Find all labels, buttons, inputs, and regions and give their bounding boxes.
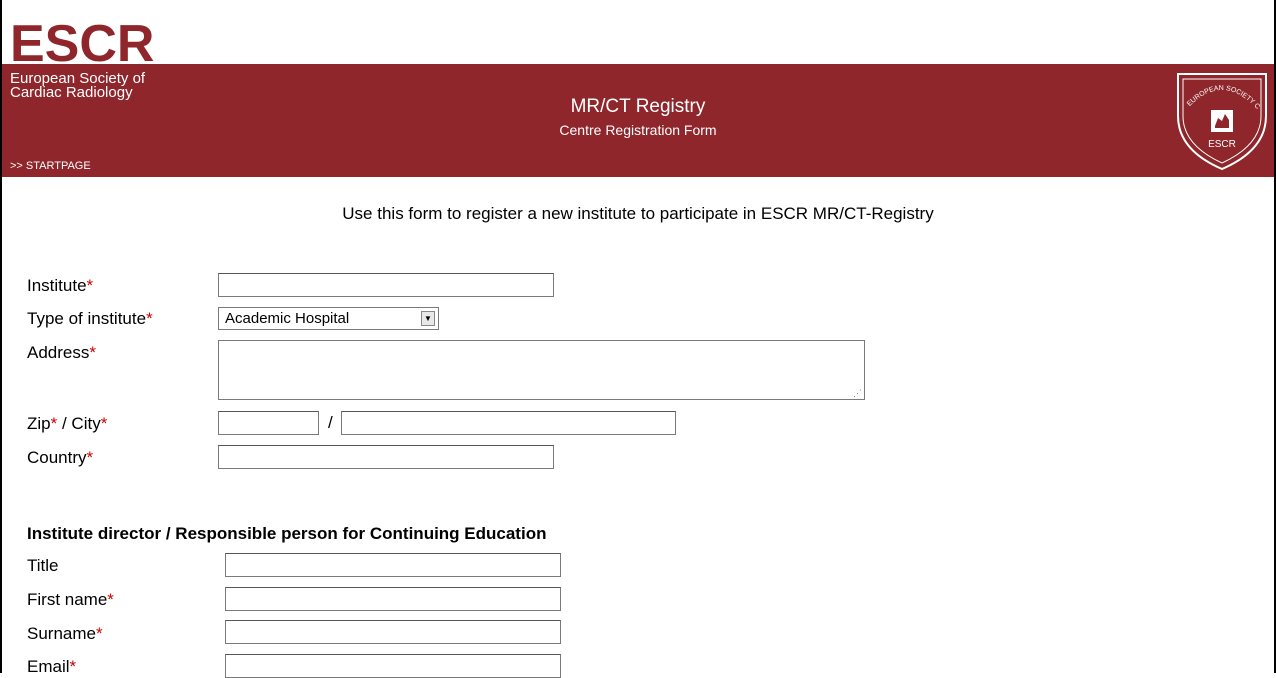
address-textarea[interactable]: ⋰ [218,340,865,400]
zip-city-separator: / [328,413,333,432]
city-input[interactable] [341,411,676,435]
resize-grip-icon[interactable]: ⋰ [853,389,862,398]
surname-input[interactable] [225,620,561,644]
type-of-institute-select[interactable]: Academic Hospital ▼ [218,307,439,330]
required-marker: * [146,309,153,328]
required-marker: * [100,414,108,433]
required-marker: * [95,624,103,643]
address-label-text: Address [27,343,90,362]
zip-input[interactable] [218,411,319,435]
city-label-text: / City [57,414,101,433]
country-label: Country* [27,448,93,468]
institute-label-text: Institute [27,276,87,295]
email-input[interactable] [225,654,561,678]
required-marker: * [107,590,114,609]
title-input[interactable] [225,553,561,577]
chevron-down-icon[interactable]: ▼ [421,311,435,326]
banner-heading: MR/CT Registry Centre Registration Form [2,96,1274,140]
type-of-institute-label: Type of institute* [27,309,153,329]
zip-label-text: Zip [27,414,51,433]
first-name-label: First name* [27,590,114,610]
zip-city-label: Zip* / City* [27,414,107,434]
required-marker: * [86,276,94,295]
required-marker: * [86,448,94,467]
page-title: MR/CT Registry [570,96,706,117]
escr-shield-emblem: EUROPEAN SOCIETY CARDIAC RADIOLOGY ESCR [1174,68,1267,171]
escr-logo: ESCR [10,22,155,64]
title-label: Title [27,556,59,576]
type-of-institute-value: Academic Hospital [225,310,350,327]
emblem-text: ESCR [1208,139,1236,150]
email-label-text: Email [27,657,70,676]
country-label-text: Country [27,448,87,467]
header-banner: European Society of Cardiac Radiology >>… [2,64,1274,177]
first-name-input[interactable] [225,587,561,611]
startpage-link[interactable]: >> STARTPAGE [10,160,91,172]
surname-label: Surname* [27,624,103,644]
page-subtitle: Centre Registration Form [559,122,717,138]
intro-text: Use this form to register a new institut… [342,204,934,223]
type-of-institute-label-text: Type of institute [27,309,147,328]
surname-label-text: Surname [27,624,96,643]
address-label: Address* [27,343,96,363]
required-marker: * [89,343,96,362]
institute-label: Institute* [27,276,93,296]
director-section-title: Institute director / Responsible person … [27,524,547,543]
title-label-text: Title [27,556,59,575]
required-marker: * [69,657,77,676]
institute-input[interactable] [218,273,554,297]
country-input[interactable] [218,445,554,469]
email-label: Email* [27,657,76,677]
first-name-label-text: First name [27,590,108,609]
